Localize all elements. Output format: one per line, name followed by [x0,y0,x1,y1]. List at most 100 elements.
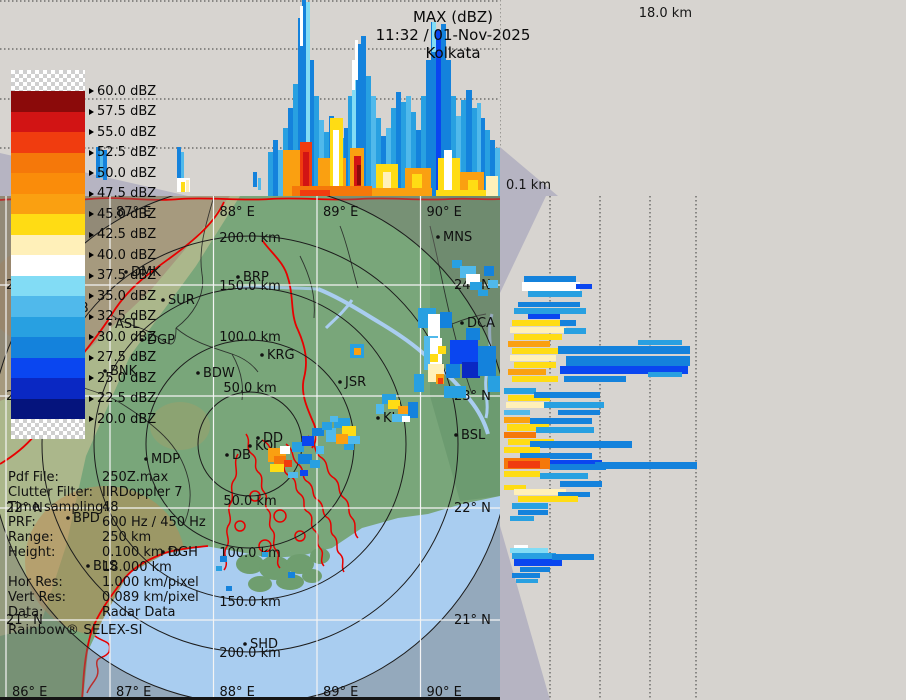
longitude-label: 90° E [427,205,462,220]
echo-rect [514,559,562,566]
echo-rect [470,282,482,290]
info-label: Hor Res: [8,575,63,590]
info-label: Data: [8,605,44,620]
city-marker [454,433,458,437]
info-value: 600 Hz / 450 Hz [102,515,206,530]
dbz-tick: 22.5 dBZ [89,391,156,407]
echo-rect [348,436,360,444]
info-row: Hor Res: 1.000 km/pixel [0,575,206,590]
echo-rect [504,432,536,438]
echo-rect [280,446,290,454]
info-row: Range: 250 km [0,530,206,545]
echo-rect [528,291,582,297]
city-marker [260,353,264,357]
echo-rect [520,567,550,572]
dbz-tick: 37.5 dBZ [89,268,156,284]
echo-rect [514,308,586,314]
dbz-tick-label: 30.0 dBZ [97,329,157,345]
product-info-block: Pdf File: 250Z.max Clutter Filter: IIRDoppl… [0,470,206,620]
info-row: Data: Radar Data [0,605,206,620]
echo-rect [402,416,410,422]
echo-rect [366,76,371,196]
echo-rect [540,473,588,479]
echo-rect [446,364,460,378]
info-label: Pdf File: [8,470,59,485]
echo-rect [512,320,562,326]
info-value: 48 [102,500,119,515]
echo-rect [226,586,232,591]
range-ring-label: 50.0 km [223,381,276,396]
dbz-color-swatch [11,214,85,235]
longitude-label: 89° E [323,205,358,220]
city-marker [243,642,247,646]
echo-rect [414,374,424,392]
echo-rect [262,552,268,557]
tick-arrow-icon [89,375,94,381]
latitude-label: 22° N [454,501,491,516]
dbz-tick: 25.0 dBZ [89,370,156,386]
tick-arrow-icon [89,354,94,361]
echo-rect [566,356,690,366]
tick-arrow-icon [89,272,94,279]
city-marker [225,453,229,457]
info-label: Clutter Filter: [8,485,93,500]
threshold-swatch [11,70,85,91]
tick-arrow-icon [89,313,94,320]
dbz-tick-label: 50.0 dBZ [97,165,157,181]
city-label: SHD [250,637,278,652]
tick-arrow-icon [89,231,94,238]
info-row: PRF: 600 Hz / 450 Hz [0,515,206,530]
dbz-color-swatch [11,111,85,132]
city-label: JSR [344,375,366,390]
info-row: 18.000 km [0,560,206,575]
dbz-color-swatch [11,193,85,214]
echo-rect [576,284,592,289]
city-label: KRG [267,348,295,363]
longitude-label: 88° E [220,205,255,220]
echo-rect [504,410,530,415]
echo-rect [595,462,697,469]
echo-rect [516,579,538,583]
echo-rect [518,496,578,502]
echo-rect [333,130,339,190]
echo-rect [336,434,348,444]
info-value: IIRDoppler 7 [102,485,183,500]
info-label: Time sampling: [8,500,108,515]
echo-rect [278,150,283,196]
threshold-swatch [11,419,85,439]
echo-rect [288,472,298,478]
echo-rect [273,140,278,196]
dbz-tick: 60.0 dBZ [89,83,156,99]
echo-rect [344,444,354,450]
city-label: BSL [461,428,486,443]
echo-rect [438,346,446,354]
radar-display-window: 18.0 km 0.1 km 86° E 87° E 87° E 88° E 8… [0,0,906,700]
info-value: 250Z.max [102,470,169,485]
info-value: 0.100 km to [102,545,181,560]
echo-rect [558,410,600,415]
city-label: DB [232,448,251,463]
echo-rect [508,369,546,375]
echo-rect [504,417,530,423]
echo-rect [510,327,566,333]
max-projection-side-panel[interactable] [500,196,700,700]
city-marker [436,235,440,239]
echo-rect [504,388,536,394]
dbz-tick-label: 32.5 dBZ [97,309,157,324]
echo-rect [216,566,222,571]
echo-rect [466,328,480,340]
echo-rect [302,436,314,446]
echo-rect [450,340,478,364]
echo-rect [558,346,690,354]
product-title: MAX (dBZ) [412,8,494,26]
range-ring-label: 200.0 km [219,231,281,246]
city-marker [338,380,342,384]
tick-arrow-icon [89,211,94,217]
echo-rect [268,152,273,196]
dbz-tick-label: 22.5 dBZ [97,391,157,406]
dbz-tick-label: 47.5 dBZ [97,186,157,201]
range-ring-label: 150.0 km [219,595,281,610]
info-row: Height: 0.100 km to [0,545,206,560]
dbz-tick-label: 57.5 dBZ [97,104,157,119]
echo-rect [270,464,284,472]
